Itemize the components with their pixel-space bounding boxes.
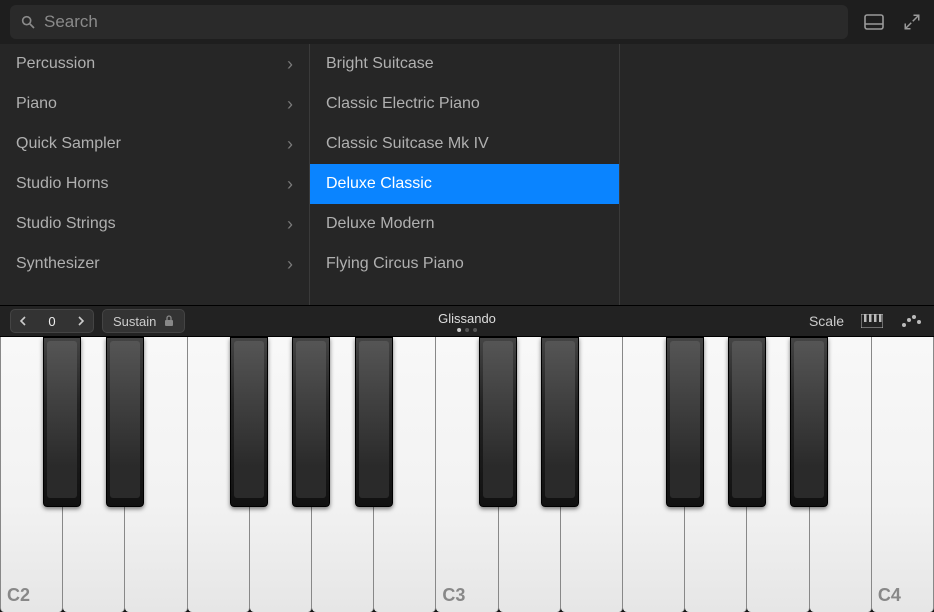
chevron-right-icon: › <box>287 214 293 235</box>
patch-label: Classic Electric Piano <box>326 95 480 113</box>
black-key[interactable] <box>292 337 330 507</box>
play-mode-label: Glissando <box>438 311 496 326</box>
arpeggiator-icon[interactable] <box>900 311 924 331</box>
category-label: Percussion <box>16 55 95 73</box>
sustain-button[interactable]: Sustain <box>102 309 185 333</box>
search-icon <box>20 14 36 30</box>
black-key[interactable] <box>790 337 828 507</box>
patch-label: Deluxe Modern <box>326 215 435 233</box>
patch-item[interactable]: Bright Suitcase <box>310 44 619 84</box>
chevron-right-icon: › <box>287 174 293 195</box>
search-field[interactable] <box>10 5 848 39</box>
patch-item[interactable]: Flying Circus Piano <box>310 244 619 284</box>
search-bar <box>0 0 934 44</box>
octave-up-button[interactable] <box>69 310 93 332</box>
octave-stepper[interactable]: 0 <box>10 309 94 333</box>
detail-column <box>620 44 934 305</box>
search-input[interactable] <box>44 12 838 32</box>
category-label: Piano <box>16 95 57 113</box>
patch-item[interactable]: Classic Suitcase Mk IV <box>310 124 619 164</box>
category-item[interactable]: Studio Horns › <box>0 164 309 204</box>
piano-keyboard[interactable]: C2 C3 C4 <box>0 337 934 612</box>
lock-icon <box>164 315 174 327</box>
octave-down-button[interactable] <box>11 310 35 332</box>
black-key[interactable] <box>666 337 704 507</box>
black-key[interactable] <box>728 337 766 507</box>
patch-label: Classic Suitcase Mk IV <box>326 135 489 153</box>
category-item[interactable]: Studio Strings › <box>0 204 309 244</box>
black-key[interactable] <box>541 337 579 507</box>
octave-value: 0 <box>35 314 69 329</box>
chevron-right-icon: › <box>287 134 293 155</box>
keyboard-view-icon[interactable] <box>860 311 884 331</box>
patch-item[interactable]: Deluxe Modern <box>310 204 619 244</box>
page-dots <box>457 328 477 332</box>
category-item[interactable]: Synthesizer › <box>0 244 309 284</box>
play-mode-selector[interactable]: Glissando <box>438 311 496 332</box>
category-label: Studio Strings <box>16 215 116 233</box>
key-label: C2 <box>7 585 30 606</box>
category-item[interactable]: Quick Sampler › <box>0 124 309 164</box>
key-label: C4 <box>878 585 901 606</box>
black-key[interactable] <box>230 337 268 507</box>
black-key[interactable] <box>355 337 393 507</box>
chevron-right-icon: › <box>287 254 293 275</box>
category-label: Quick Sampler <box>16 135 121 153</box>
keyboard-control-strip: 0 Sustain Glissando Scale <box>0 305 934 337</box>
black-key[interactable] <box>43 337 81 507</box>
category-label: Synthesizer <box>16 255 100 273</box>
key-label: C3 <box>442 585 465 606</box>
patch-column: Bright Suitcase Classic Electric Piano Cla… <box>310 44 620 305</box>
black-key[interactable] <box>479 337 517 507</box>
patch-label: Bright Suitcase <box>326 55 434 73</box>
category-item[interactable]: Percussion › <box>0 44 309 84</box>
patch-label: Deluxe Classic <box>326 175 432 193</box>
expand-icon[interactable] <box>900 10 924 34</box>
patch-item[interactable]: Deluxe Classic <box>310 164 619 204</box>
patch-item[interactable]: Classic Electric Piano <box>310 84 619 124</box>
category-label: Studio Horns <box>16 175 109 193</box>
instrument-browser: Percussion›Piano›Quick Sampler›Studio Ho… <box>0 44 934 305</box>
category-item[interactable]: Piano › <box>0 84 309 124</box>
sustain-label: Sustain <box>113 314 156 329</box>
panel-toggle-button[interactable] <box>862 10 886 34</box>
black-key[interactable] <box>106 337 144 507</box>
chevron-right-icon: › <box>287 54 293 75</box>
patch-label: Flying Circus Piano <box>326 255 464 273</box>
chevron-right-icon: › <box>287 94 293 115</box>
white-key[interactable]: C4 <box>872 337 934 612</box>
category-column: Percussion›Piano›Quick Sampler›Studio Ho… <box>0 44 310 305</box>
scale-button[interactable]: Scale <box>809 313 844 329</box>
